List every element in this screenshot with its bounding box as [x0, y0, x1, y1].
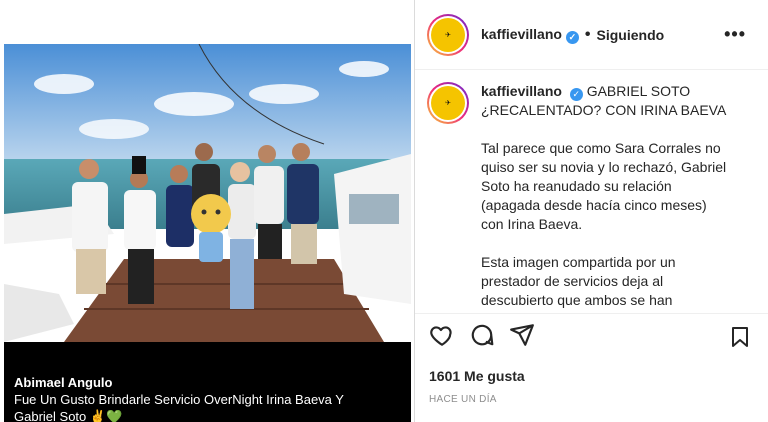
comment-avatar-ring: ✈	[429, 84, 467, 122]
photo-illustration	[4, 44, 411, 342]
comment-verified-icon: ✓	[569, 88, 583, 101]
action-bar	[429, 322, 535, 348]
verified-icon: ✓	[565, 30, 579, 44]
bookmark-icon[interactable]	[728, 324, 752, 350]
comment-username[interactable]: kaffievillano	[481, 83, 562, 99]
post-side-panel: ✈ kaffievillano ✓ • Siguiendo ••• ✈ kaffi…	[415, 0, 768, 422]
post-actions-section: 1601 Me gusta HACE UN DÍA	[415, 313, 768, 422]
post-caption-overlay: Abimael Angulo Fue Un Gusto Brindarle Se…	[4, 342, 411, 422]
comment-icon[interactable]	[469, 322, 495, 348]
post-photo[interactable]	[4, 44, 411, 342]
avatar-image: ✈	[431, 17, 465, 52]
avatar-ring: ✈	[429, 15, 467, 54]
separator-dot: •	[584, 25, 591, 43]
caption-author: Abimael Angulo	[14, 375, 113, 390]
following-button[interactable]: Siguiendo	[597, 27, 665, 43]
caption-line-1: Fue Un Gusto Brindarle Servicio OverNigh…	[14, 392, 344, 407]
header-username-text[interactable]: kaffievillano	[481, 26, 562, 42]
post-header: ✈ kaffievillano ✓ • Siguiendo •••	[415, 0, 768, 70]
share-icon[interactable]	[509, 322, 535, 348]
likes-count[interactable]: 1601 Me gusta	[429, 368, 525, 384]
avatar[interactable]: ✈	[427, 13, 469, 56]
comment-paragraph-1: Tal parece que como Sara Corrales no qui…	[481, 140, 727, 232]
caption-emoji: ✌💚	[89, 409, 123, 422]
comment-paragraph-2: Esta imagen compartida por un prestador …	[481, 254, 676, 308]
heart-icon[interactable]	[429, 322, 455, 348]
post-media: Abimael Angulo Fue Un Gusto Brindarle Se…	[0, 0, 414, 422]
post-time[interactable]: HACE UN DÍA	[429, 394, 497, 405]
comment-body: kaffievillano ✓ GABRIEL SOTO ¿RECALENTAD…	[481, 82, 731, 313]
more-options-icon[interactable]: •••	[724, 24, 746, 45]
comment-avatar[interactable]: ✈	[427, 82, 469, 124]
comment-avatar-image: ✈	[431, 86, 465, 120]
header-username[interactable]: kaffievillano ✓	[481, 26, 579, 44]
caption-line-2-text: Gabriel Soto	[14, 409, 87, 422]
caption-line-2: Gabriel Soto ✌💚	[14, 408, 401, 422]
comment-first-line: kaffievillano ✓ GABRIEL SOTO ¿RECALENTAD…	[481, 82, 731, 120]
caption-comment: ✈ kaffievillano ✓ GABRIEL SOTO ¿RECALENT…	[415, 70, 768, 313]
